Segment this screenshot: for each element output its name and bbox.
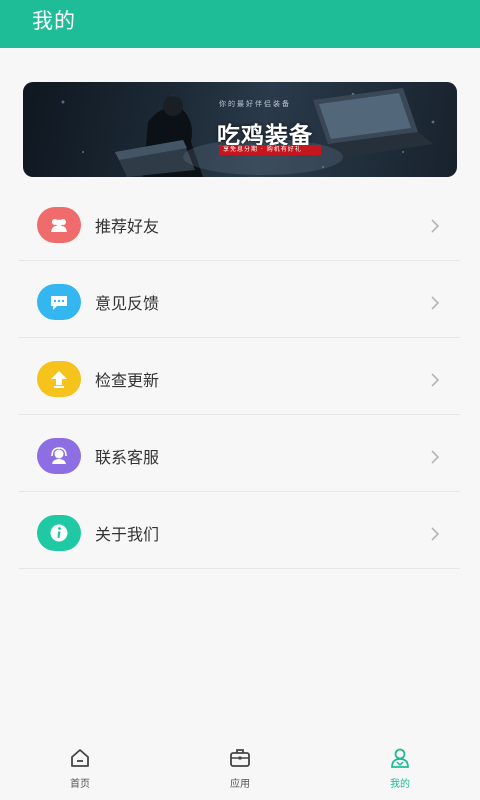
promo-banner[interactable]: 你的最好伴侣装备 吃鸡装备 享免息分期 · 购机有好礼 xyxy=(23,82,457,177)
profile-icon xyxy=(391,748,409,768)
people-icon xyxy=(37,207,81,243)
chevron-right-icon xyxy=(431,450,440,464)
banner-small-text: 你的最好伴侣装备 xyxy=(219,100,291,108)
tab-label: 应用 xyxy=(230,779,250,790)
menu-item-label: 联系客服 xyxy=(95,448,160,467)
app-header: 我的 xyxy=(0,0,480,48)
menu-item-label: 推荐好友 xyxy=(95,217,160,236)
menu-item-label: 意见反馈 xyxy=(95,294,160,313)
chevron-right-icon xyxy=(431,219,440,233)
briefcase-icon xyxy=(230,749,250,767)
menu-item-about-us[interactable]: 关于我们 xyxy=(19,492,460,569)
tab-apps[interactable]: 应用 xyxy=(160,740,320,800)
menu-item-check-update[interactable]: 检查更新 xyxy=(19,338,460,415)
upload-arrow-icon xyxy=(37,361,81,397)
chevron-right-icon xyxy=(431,527,440,541)
tab-label: 我的 xyxy=(390,779,410,790)
bottom-tab-bar: 首页 应用 我的 xyxy=(0,740,480,800)
page-title: 我的 xyxy=(32,9,76,33)
tab-label: 首页 xyxy=(70,779,90,790)
home-icon xyxy=(71,749,89,767)
message-icon xyxy=(37,284,81,320)
menu-item-recommend-friends[interactable]: 推荐好友 xyxy=(19,184,460,261)
banner-strip: 享免息分期 · 购机有好礼 xyxy=(219,145,321,155)
menu-item-label: 关于我们 xyxy=(95,525,160,544)
headset-icon xyxy=(37,438,81,474)
settings-menu: 推荐好友 意见反馈 检查更新 联系客服 关于我们 xyxy=(19,184,460,569)
chevron-right-icon xyxy=(431,296,440,310)
tab-mine[interactable]: 我的 xyxy=(320,740,480,800)
chevron-right-icon xyxy=(431,373,440,387)
tab-home[interactable]: 首页 xyxy=(0,740,160,800)
info-icon xyxy=(37,515,81,551)
menu-item-label: 检查更新 xyxy=(95,371,160,390)
menu-item-contact-support[interactable]: 联系客服 xyxy=(19,415,460,492)
menu-item-feedback[interactable]: 意见反馈 xyxy=(19,261,460,338)
